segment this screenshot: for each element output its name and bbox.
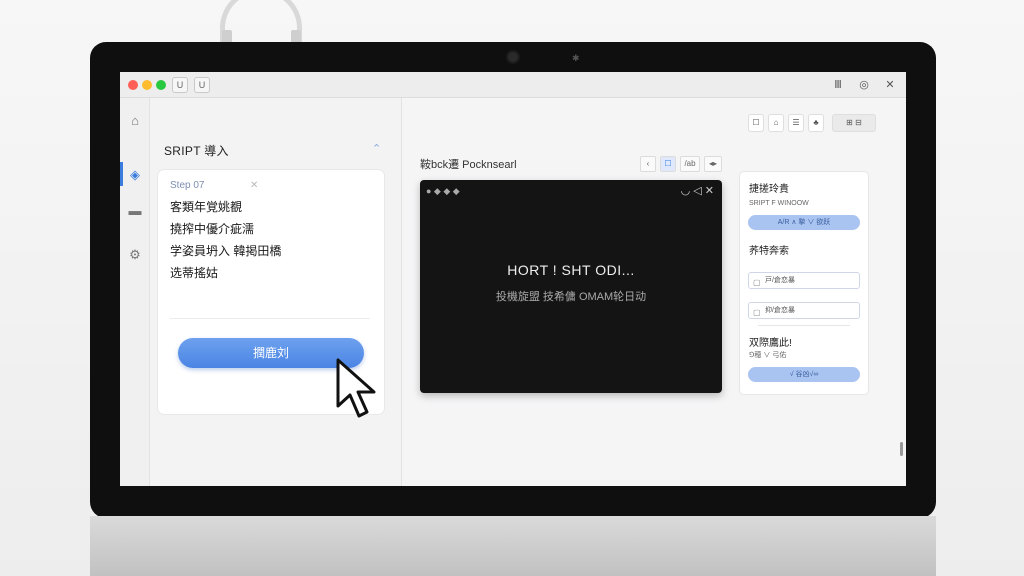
option-pill[interactable]: A/R ∧ 摯 ∨ 欲跃 xyxy=(748,215,860,230)
preview-subtitle: 投機旋盟 技希傭 OMAM轮日动 xyxy=(495,291,647,303)
divider xyxy=(170,318,370,319)
section-heading: 双際鷹此! xyxy=(749,338,792,349)
home-icon[interactable]: ⌂ xyxy=(126,112,144,130)
photo-backdrop: ✱ U U Ⅲ ◎ ✕ ⌂ ◈ ▬ ⚙ ♡ SRIPT 導入 ⌃ Ste xyxy=(0,0,1024,576)
refresh-icon[interactable]: ◎ xyxy=(856,77,872,93)
preview-window[interactable]: ● ◆ ◆ ◆ ◡ ◁ ✕ HORT ! SHT ODI... 投機旋盟 技希傭… xyxy=(420,180,722,393)
close-icon[interactable]: ✕ xyxy=(882,77,898,93)
step-label: Step 07 xyxy=(170,180,205,191)
step-text-line: 撓搾中優介疵濡 xyxy=(170,222,255,236)
home-tool-button[interactable]: ⌂ xyxy=(768,114,784,132)
folder-icon[interactable]: ▬ xyxy=(126,202,144,220)
panel-title: SRIPT 導入 xyxy=(164,144,229,158)
text-view-button[interactable]: /ab xyxy=(680,156,700,172)
nav-button[interactable]: ◂▸ xyxy=(704,156,722,172)
step-text-line: 客類年覚姚覩 xyxy=(170,200,243,214)
power-cable xyxy=(220,0,302,42)
palette-icon[interactable]: ◈ xyxy=(126,166,144,184)
file-field[interactable]: ▢ 戸/倉恋暴 xyxy=(748,272,860,289)
monitor-chin xyxy=(90,516,936,576)
settings-card: 捷搓玲貴 SRIPT F WINOOW A/R ∧ 摯 ∨ 欲跃 荞特奔索 ▢ … xyxy=(740,172,868,394)
chevron-up-icon[interactable]: ⌃ xyxy=(372,142,381,155)
icon-rail: ⌂ ◈ ▬ ⚙ ♡ xyxy=(120,98,150,486)
view-button[interactable]: ☐ xyxy=(660,156,676,172)
section-subtext: ⅁穂 ∨ 弓佑 xyxy=(749,352,787,359)
prev-button[interactable]: ‹ xyxy=(640,156,656,172)
preview-heading: HORT ! SHT ODI... xyxy=(507,262,635,278)
settings-subtext: SRIPT F WINOOW xyxy=(749,200,809,207)
file-icon: ▢ xyxy=(753,308,761,317)
zoom-dot[interactable] xyxy=(156,80,166,90)
close-dot[interactable] xyxy=(128,80,138,90)
view-toggle[interactable]: ⊞ ⊟ xyxy=(832,114,876,132)
option-pill[interactable]: √ 谷凶√∞ xyxy=(748,367,860,382)
step-text-line: 选蒂搖姑 xyxy=(170,266,219,280)
gear-icon[interactable]: ⚙ xyxy=(126,246,144,264)
sensor-dot: ✱ xyxy=(572,53,580,63)
minimize-dot[interactable] xyxy=(142,80,152,90)
menu-icon[interactable]: ☰ xyxy=(788,114,804,132)
tool-button[interactable]: ☐ xyxy=(748,114,764,132)
file-field-value: 戸/倉恋暴 xyxy=(765,277,795,284)
preview-title: 鞍bck遷 Pocknsearl xyxy=(420,159,517,171)
right-toolbar: ☐ ⌂ ☰ ♣ ⊞ ⊟ xyxy=(748,114,878,134)
script-panel: SRIPT 導入 ⌃ Step 07 ✕ 客類年覚姚覩 撓搾中優介疵濡 学姿員坍… xyxy=(150,98,402,486)
file-icon: ▢ xyxy=(753,278,761,287)
preview-close-icon[interactable]: ◡ ◁ ✕ xyxy=(681,184,714,197)
step-text-line: 学姿員坍入 韓掲田橋 xyxy=(170,244,282,258)
file-field-value: 抑/倉恋暴 xyxy=(765,307,795,314)
settings-heading: 捷搓玲貴 xyxy=(749,184,789,195)
file-field[interactable]: ▢ 抑/倉恋暴 xyxy=(748,302,860,319)
section-heading: 荞特奔索 xyxy=(749,246,789,257)
toolbar-button[interactable]: U xyxy=(172,77,188,93)
webcam xyxy=(506,50,520,64)
active-indicator xyxy=(120,162,123,186)
club-icon[interactable]: ♣ xyxy=(808,114,824,132)
app-window: U U Ⅲ ◎ ✕ ⌂ ◈ ▬ ⚙ ♡ SRIPT 導入 ⌃ Step 07 ✕… xyxy=(120,72,906,486)
scrollbar-thumb[interactable] xyxy=(900,442,903,456)
preview-dots: ● ◆ ◆ ◆ xyxy=(426,186,460,196)
mouse-cursor-icon xyxy=(336,358,376,418)
title-bar: U U Ⅲ ◎ ✕ xyxy=(120,72,906,98)
layout-icon[interactable]: Ⅲ xyxy=(830,77,846,93)
toolbar-button[interactable]: U xyxy=(194,77,210,93)
divider xyxy=(758,325,850,326)
dismiss-icon[interactable]: ✕ xyxy=(250,180,258,191)
